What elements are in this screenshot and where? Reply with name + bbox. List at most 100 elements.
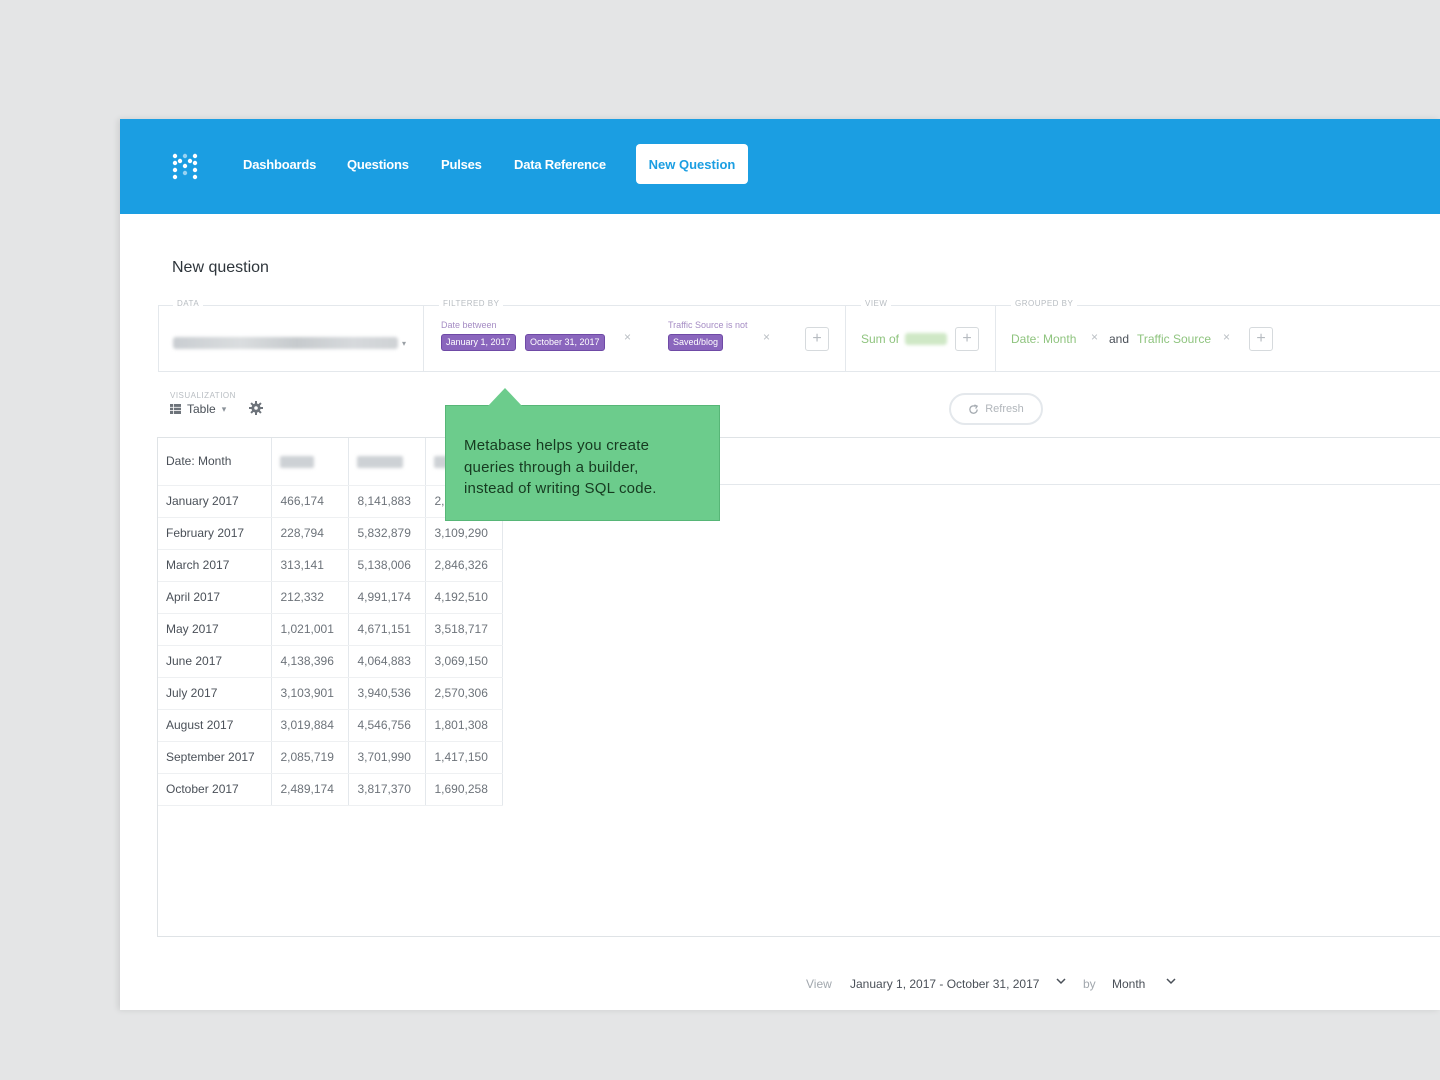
refresh-icon: [969, 403, 979, 414]
query-builder: Data ▾ Filtered by Date between January …: [158, 299, 1440, 372]
group-section-label: Grouped by: [1011, 299, 1078, 308]
table-cell-value[interactable]: 2,570,306: [425, 677, 503, 710]
date-start-pill[interactable]: January 1, 2017: [441, 334, 516, 351]
table-cell-value[interactable]: 2,846,326: [425, 549, 503, 582]
table-cell-month[interactable]: September 2017: [158, 741, 272, 774]
chevron-down-icon[interactable]: [1055, 975, 1067, 987]
table-cell-value[interactable]: 3,019,884: [271, 709, 349, 742]
gear-icon[interactable]: [248, 400, 264, 416]
metabase-logo-icon[interactable]: [170, 151, 200, 181]
table-cell-value[interactable]: 4,064,883: [348, 645, 426, 678]
divider: [995, 306, 996, 371]
table-cell-value[interactable]: 3,518,717: [425, 613, 503, 646]
table-cell-month[interactable]: April 2017: [158, 581, 272, 614]
close-icon[interactable]: ×: [1223, 330, 1230, 344]
close-icon[interactable]: ×: [1091, 330, 1098, 344]
table-cell-month[interactable]: March 2017: [158, 549, 272, 582]
table-cell-value[interactable]: 2,085,719: [271, 741, 349, 774]
table-row: August 2017 3,019,884 4,546,756 1,801,308: [158, 709, 503, 742]
date-filter-label: Date between: [441, 320, 497, 330]
table-row: May 2017 1,021,001 4,671,151 3,518,717: [158, 613, 503, 646]
table-row: March 2017 313,141 5,138,006 2,846,326: [158, 549, 503, 582]
app-window: Dashboards Questions Pulses Data Referen…: [120, 119, 1440, 1010]
table-icon: [170, 404, 181, 414]
refresh-label: Refresh: [985, 403, 1024, 415]
table-cell-value[interactable]: 8,141,883: [348, 485, 426, 518]
footer-by-label: by: [1083, 977, 1096, 991]
table-cell-month[interactable]: February 2017: [158, 517, 272, 550]
table-cell-value[interactable]: 5,138,006: [348, 549, 426, 582]
aggregation-select[interactable]: Sum of: [861, 332, 899, 346]
visualization-label: Visualization: [170, 391, 236, 400]
table-cell-month[interactable]: August 2017: [158, 709, 272, 742]
nav-questions[interactable]: Questions: [347, 157, 409, 172]
table-cell-value[interactable]: 4,138,396: [271, 645, 349, 678]
period-select[interactable]: Month: [1112, 977, 1145, 991]
table-body: January 2017 466,174 8,141,883 2,3 February …: [158, 485, 503, 806]
footer-view-label: View: [806, 977, 832, 991]
breakout-date-month[interactable]: Date: Month: [1011, 332, 1076, 346]
table-cell-value[interactable]: 3,701,990: [348, 741, 426, 774]
visualization-value: Table: [187, 402, 216, 416]
table-cell-value[interactable]: 3,103,901: [271, 677, 349, 710]
data-section-label: Data: [173, 299, 204, 308]
table-cell-value[interactable]: 4,991,174: [348, 581, 426, 614]
table-row: February 2017 228,794 5,832,879 3,109,290: [158, 517, 503, 550]
column-header-blurred[interactable]: [271, 438, 349, 486]
table-cell-month[interactable]: July 2017: [158, 677, 272, 710]
table-cell-value[interactable]: 212,332: [271, 581, 349, 614]
tooltip-line: queries through a builder,: [464, 458, 639, 476]
visualization-select[interactable]: Table ▾: [170, 402, 226, 416]
breakout-traffic-source[interactable]: Traffic Source: [1137, 332, 1211, 346]
table-cell-value[interactable]: 1,417,150: [425, 741, 503, 774]
table-cell-month[interactable]: October 2017: [158, 773, 272, 806]
nav-pulses[interactable]: Pulses: [441, 157, 482, 172]
nav-data-reference[interactable]: Data Reference: [514, 157, 606, 172]
chevron-down-icon: ▾: [221, 403, 227, 414]
table-cell-month[interactable]: June 2017: [158, 645, 272, 678]
refresh-button[interactable]: Refresh: [949, 393, 1043, 425]
column-header-blurred[interactable]: [348, 438, 426, 486]
plus-icon: +: [962, 330, 972, 347]
new-question-button[interactable]: New Question: [636, 144, 748, 184]
close-icon[interactable]: ×: [624, 330, 631, 344]
date-range-select[interactable]: January 1, 2017 - October 31, 2017: [850, 977, 1039, 991]
table-cell-value[interactable]: 3,940,536: [348, 677, 426, 710]
table-cell-value[interactable]: 1,801,308: [425, 709, 503, 742]
table-cell-value[interactable]: 466,174: [271, 485, 349, 518]
add-aggregation-button[interactable]: +: [955, 327, 979, 351]
column-header[interactable]: Date: Month: [158, 438, 272, 486]
table-cell-value[interactable]: 5,832,879: [348, 517, 426, 550]
table-row: October 2017 2,489,174 3,817,370 1,690,258: [158, 773, 503, 806]
date-end-pill[interactable]: October 31, 2017: [525, 334, 605, 351]
table-cell-value[interactable]: 4,671,151: [348, 613, 426, 646]
plus-icon: +: [1256, 330, 1266, 347]
table-row: July 2017 3,103,901 3,940,536 2,570,306: [158, 677, 503, 710]
table-cell-value[interactable]: 228,794: [271, 517, 349, 550]
table-cell-value[interactable]: 4,546,756: [348, 709, 426, 742]
onboarding-tooltip: Metabase helps you create queries throug…: [445, 388, 720, 521]
tooltip-arrow: [488, 388, 522, 406]
table-cell-value[interactable]: 3,817,370: [348, 773, 426, 806]
table-cell-value[interactable]: 3,069,150: [425, 645, 503, 678]
aggregation-field[interactable]: [905, 333, 947, 345]
table-cell-value[interactable]: 3,109,290: [425, 517, 503, 550]
chevron-down-icon[interactable]: ▾: [402, 339, 406, 348]
table-cell-month[interactable]: May 2017: [158, 613, 272, 646]
table-cell-value[interactable]: 1,021,001: [271, 613, 349, 646]
table-cell-value[interactable]: 1,690,258: [425, 773, 503, 806]
traffic-value-pill[interactable]: Saved/blog: [668, 334, 724, 351]
nav-dashboards[interactable]: Dashboards: [243, 157, 316, 172]
chevron-down-icon[interactable]: [1165, 975, 1177, 987]
table-cell-month[interactable]: January 2017: [158, 485, 272, 518]
table-row: April 2017 212,332 4,991,174 4,192,510: [158, 581, 503, 614]
data-source-select[interactable]: [173, 337, 398, 349]
table-cell-value[interactable]: 2,489,174: [271, 773, 349, 806]
close-icon[interactable]: ×: [763, 330, 770, 344]
add-filter-button[interactable]: +: [805, 327, 829, 351]
navbar: Dashboards Questions Pulses Data Referen…: [120, 119, 1440, 214]
table-cell-value[interactable]: 313,141: [271, 549, 349, 582]
add-breakout-button[interactable]: +: [1249, 327, 1273, 351]
table-cell-value[interactable]: 4,192,510: [425, 581, 503, 614]
table-row: September 2017 2,085,719 3,701,990 1,417,15…: [158, 741, 503, 774]
